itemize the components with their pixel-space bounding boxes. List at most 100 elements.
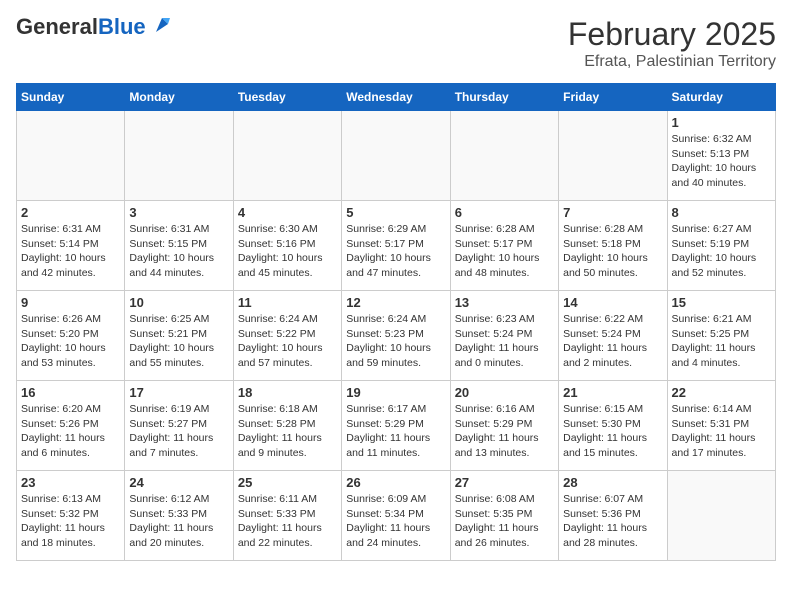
calendar-cell: 23 Sunrise: 6:13 AM Sunset: 5:32 PM Dayli…: [17, 471, 125, 561]
day-number: 16: [21, 385, 120, 400]
day-number: 7: [563, 205, 662, 220]
day-info: Sunrise: 6:09 AM Sunset: 5:34 PM Dayligh…: [346, 492, 445, 551]
calendar-cell: 27 Sunrise: 6:08 AM Sunset: 5:35 PM Dayli…: [450, 471, 558, 561]
header-wednesday: Wednesday: [342, 84, 450, 111]
day-info: Sunrise: 6:28 AM Sunset: 5:18 PM Dayligh…: [563, 222, 662, 281]
header-tuesday: Tuesday: [233, 84, 341, 111]
calendar-cell: 3 Sunrise: 6:31 AM Sunset: 5:15 PM Daylig…: [125, 201, 233, 291]
page-subtitle: Efrata, Palestinian Territory: [568, 53, 776, 71]
day-info: Sunrise: 6:11 AM Sunset: 5:33 PM Dayligh…: [238, 492, 337, 551]
day-number: 11: [238, 295, 337, 310]
calendar-cell: [17, 111, 125, 201]
day-info: Sunrise: 6:19 AM Sunset: 5:27 PM Dayligh…: [129, 402, 228, 461]
calendar-cell: 1Sunrise: 6:32 AM Sunset: 5:13 PM Daylig…: [667, 111, 775, 201]
calendar-week-3: 16 Sunrise: 6:20 AM Sunset: 5:26 PM Dayli…: [17, 381, 776, 471]
day-info: Sunrise: 6:30 AM Sunset: 5:16 PM Dayligh…: [238, 222, 337, 281]
calendar-cell: 8Sunrise: 6:27 AM Sunset: 5:19 PM Daylig…: [667, 201, 775, 291]
day-info: Sunrise: 6:29 AM Sunset: 5:17 PM Dayligh…: [346, 222, 445, 281]
day-number: 18: [238, 385, 337, 400]
day-number: 5: [346, 205, 445, 220]
day-number: 27: [455, 475, 554, 490]
day-info: Sunrise: 6:25 AM Sunset: 5:21 PM Dayligh…: [129, 312, 228, 371]
day-number: 24: [129, 475, 228, 490]
header-saturday: Saturday: [667, 84, 775, 111]
header-friday: Friday: [559, 84, 667, 111]
day-number: 10: [129, 295, 228, 310]
day-info: Sunrise: 6:23 AM Sunset: 5:24 PM Dayligh…: [455, 312, 554, 371]
calendar-cell: 16 Sunrise: 6:20 AM Sunset: 5:26 PM Dayli…: [17, 381, 125, 471]
calendar-header-row: SundayMondayTuesdayWednesdayThursdayFrid…: [17, 84, 776, 111]
calendar-cell: 17Sunrise: 6:19 AM Sunset: 5:27 PM Dayli…: [125, 381, 233, 471]
header-thursday: Thursday: [450, 84, 558, 111]
page-header: GeneralBlue February 2025 Efrata, Palest…: [16, 16, 776, 71]
day-number: 23: [21, 475, 120, 490]
calendar-cell: [450, 111, 558, 201]
calendar-header: SundayMondayTuesdayWednesdayThursdayFrid…: [17, 84, 776, 111]
calendar-cell: 7 Sunrise: 6:28 AM Sunset: 5:18 PM Daylig…: [559, 201, 667, 291]
calendar-cell: 20Sunrise: 6:16 AM Sunset: 5:29 PM Dayli…: [450, 381, 558, 471]
calendar-cell: 19 Sunrise: 6:17 AM Sunset: 5:29 PM Dayli…: [342, 381, 450, 471]
calendar-cell: 14 Sunrise: 6:22 AM Sunset: 5:24 PM Dayli…: [559, 291, 667, 381]
calendar-cell: 11 Sunrise: 6:24 AM Sunset: 5:22 PM Dayli…: [233, 291, 341, 381]
calendar-cell: 25 Sunrise: 6:11 AM Sunset: 5:33 PM Dayli…: [233, 471, 341, 561]
calendar-cell: 15Sunrise: 6:21 AM Sunset: 5:25 PM Dayli…: [667, 291, 775, 381]
calendar-body: 1Sunrise: 6:32 AM Sunset: 5:13 PM Daylig…: [17, 111, 776, 561]
day-info: Sunrise: 6:07 AM Sunset: 5:36 PM Dayligh…: [563, 492, 662, 551]
day-info: Sunrise: 6:14 AM Sunset: 5:31 PM Dayligh…: [672, 402, 771, 461]
logo-bird-icon: [148, 14, 170, 36]
calendar-cell: 9 Sunrise: 6:26 AM Sunset: 5:20 PM Daylig…: [17, 291, 125, 381]
day-info: Sunrise: 6:13 AM Sunset: 5:32 PM Dayligh…: [21, 492, 120, 551]
calendar-cell: 24 Sunrise: 6:12 AM Sunset: 5:33 PM Dayli…: [125, 471, 233, 561]
day-number: 15: [672, 295, 771, 310]
calendar-cell: [233, 111, 341, 201]
day-info: Sunrise: 6:15 AM Sunset: 5:30 PM Dayligh…: [563, 402, 662, 461]
day-info: Sunrise: 6:20 AM Sunset: 5:26 PM Dayligh…: [21, 402, 120, 461]
day-info: Sunrise: 6:12 AM Sunset: 5:33 PM Dayligh…: [129, 492, 228, 551]
day-info: Sunrise: 6:08 AM Sunset: 5:35 PM Dayligh…: [455, 492, 554, 551]
day-number: 2: [21, 205, 120, 220]
calendar-cell: 26 Sunrise: 6:09 AM Sunset: 5:34 PM Dayli…: [342, 471, 450, 561]
calendar-cell: [559, 111, 667, 201]
calendar-week-2: 9 Sunrise: 6:26 AM Sunset: 5:20 PM Daylig…: [17, 291, 776, 381]
calendar-cell: 2 Sunrise: 6:31 AM Sunset: 5:14 PM Daylig…: [17, 201, 125, 291]
title-block: February 2025 Efrata, Palestinian Territ…: [568, 16, 776, 71]
calendar-cell: 12 Sunrise: 6:24 AM Sunset: 5:23 PM Dayli…: [342, 291, 450, 381]
day-number: 12: [346, 295, 445, 310]
calendar-cell: 21 Sunrise: 6:15 AM Sunset: 5:30 PM Dayli…: [559, 381, 667, 471]
logo-blue: Blue: [98, 14, 146, 39]
calendar-table: SundayMondayTuesdayWednesdayThursdayFrid…: [16, 83, 776, 561]
day-number: 4: [238, 205, 337, 220]
day-info: Sunrise: 6:22 AM Sunset: 5:24 PM Dayligh…: [563, 312, 662, 371]
day-info: Sunrise: 6:17 AM Sunset: 5:29 PM Dayligh…: [346, 402, 445, 461]
day-info: Sunrise: 6:24 AM Sunset: 5:23 PM Dayligh…: [346, 312, 445, 371]
day-info: Sunrise: 6:28 AM Sunset: 5:17 PM Dayligh…: [455, 222, 554, 281]
calendar-cell: 18Sunrise: 6:18 AM Sunset: 5:28 PM Dayli…: [233, 381, 341, 471]
day-number: 26: [346, 475, 445, 490]
day-number: 20: [455, 385, 554, 400]
logo: GeneralBlue: [16, 16, 170, 38]
day-info: Sunrise: 6:26 AM Sunset: 5:20 PM Dayligh…: [21, 312, 120, 371]
calendar-cell: [125, 111, 233, 201]
calendar-week-4: 23 Sunrise: 6:13 AM Sunset: 5:32 PM Dayli…: [17, 471, 776, 561]
calendar-cell: [342, 111, 450, 201]
day-number: 22: [672, 385, 771, 400]
calendar-cell: [667, 471, 775, 561]
day-number: 14: [563, 295, 662, 310]
logo-general: General: [16, 14, 98, 39]
day-number: 13: [455, 295, 554, 310]
day-number: 3: [129, 205, 228, 220]
day-info: Sunrise: 6:24 AM Sunset: 5:22 PM Dayligh…: [238, 312, 337, 371]
day-info: Sunrise: 6:27 AM Sunset: 5:19 PM Dayligh…: [672, 222, 771, 281]
calendar-cell: 10 Sunrise: 6:25 AM Sunset: 5:21 PM Dayli…: [125, 291, 233, 381]
day-info: Sunrise: 6:31 AM Sunset: 5:15 PM Dayligh…: [129, 222, 228, 281]
day-number: 19: [346, 385, 445, 400]
day-number: 21: [563, 385, 662, 400]
day-number: 6: [455, 205, 554, 220]
day-number: 25: [238, 475, 337, 490]
day-info: Sunrise: 6:32 AM Sunset: 5:13 PM Dayligh…: [672, 132, 771, 191]
day-number: 9: [21, 295, 120, 310]
day-info: Sunrise: 6:31 AM Sunset: 5:14 PM Dayligh…: [21, 222, 120, 281]
calendar-cell: 6 Sunrise: 6:28 AM Sunset: 5:17 PM Daylig…: [450, 201, 558, 291]
header-sunday: Sunday: [17, 84, 125, 111]
header-monday: Monday: [125, 84, 233, 111]
